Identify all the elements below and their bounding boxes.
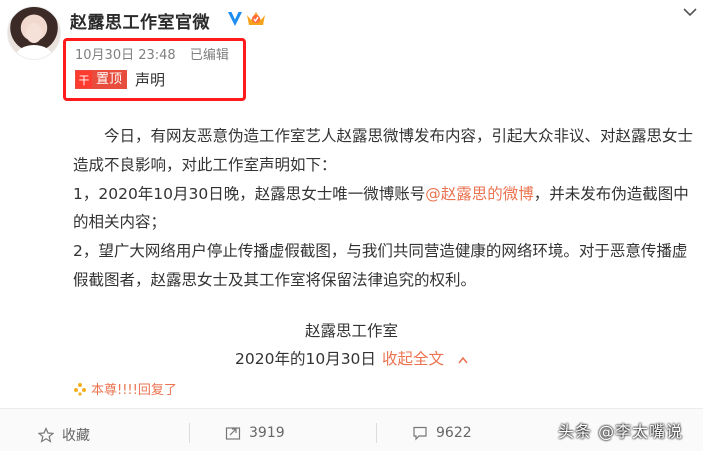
signature: 赵露思工作室 [304, 322, 398, 340]
favorite-button[interactable]: 收藏 [38, 425, 90, 445]
collapse-link[interactable]: 收起全文 [382, 350, 444, 368]
comment-icon [413, 426, 427, 441]
chevron-up-icon[interactable] [458, 356, 468, 364]
comment-count: 9622 [436, 425, 472, 441]
author-reply-note[interactable]: 本尊!!!!回复了 [73, 379, 177, 398]
signature-date: 2020年的10月30日 [235, 350, 376, 368]
post-meta: 10月30日 23:48 已编辑 [75, 44, 229, 63]
watermark: 头条 @李太嘴说 [558, 422, 684, 441]
sparkle-icon [74, 382, 86, 396]
avatar-shoulders [16, 45, 52, 59]
post-timestamp[interactable]: 10月30日 23:48 [75, 48, 176, 63]
action-separator [189, 423, 190, 443]
paragraph-2: 1，2020年10月30日晚，赵露思女士唯一微博账号@赵露思的微博，并未发布伪造… [73, 180, 701, 238]
verified-badge-icon [226, 10, 244, 28]
repost-icon [225, 427, 241, 440]
pin-icon: 干 [76, 71, 92, 88]
pin-title: 声明 [135, 71, 166, 89]
action-separator [376, 423, 377, 443]
paragraph-1: 今日，有网友恶意伪造工作室艺人赵露思微博发布内容，引起大众非议、对赵露思女士造成… [73, 127, 694, 174]
favorite-label: 收藏 [62, 428, 90, 444]
repost-button[interactable]: 3919 [225, 425, 285, 441]
paragraph-2-prefix: 1，2020年10月30日晚，赵露思女士唯一微博账号 [73, 184, 426, 203]
star-icon [38, 427, 54, 443]
pinned-row: 干 置顶 声明 [75, 69, 165, 90]
chevron-down-icon[interactable] [683, 7, 697, 17]
author-avatar[interactable] [7, 6, 61, 60]
pin-badge: 干 置顶 [75, 70, 128, 89]
pin-label: 置顶 [92, 71, 127, 88]
paragraph-3: 2，望广大网络用户停止传播虚假截图，与我们共同营造健康的网络环境。对于恶意传播虚… [73, 242, 688, 289]
comment-button[interactable]: 9622 [412, 425, 472, 441]
repost-count: 3919 [249, 425, 285, 441]
crown-badge-icon [247, 12, 265, 25]
edited-label: 已编辑 [189, 48, 229, 63]
avatar-face [26, 23, 42, 43]
signature-date-row: 2020年的10月30日 收起全文 [0, 347, 703, 369]
reply-note-text: 本尊!!!!回复了 [91, 383, 177, 398]
author-name[interactable]: 赵露思工作室官微 [70, 8, 210, 33]
mention-link[interactable]: @赵露思的微博 [425, 185, 534, 203]
post-body: 今日，有网友恶意伪造工作室艺人赵露思微博发布内容，引起大众非议、对赵露思女士造成… [73, 122, 701, 295]
